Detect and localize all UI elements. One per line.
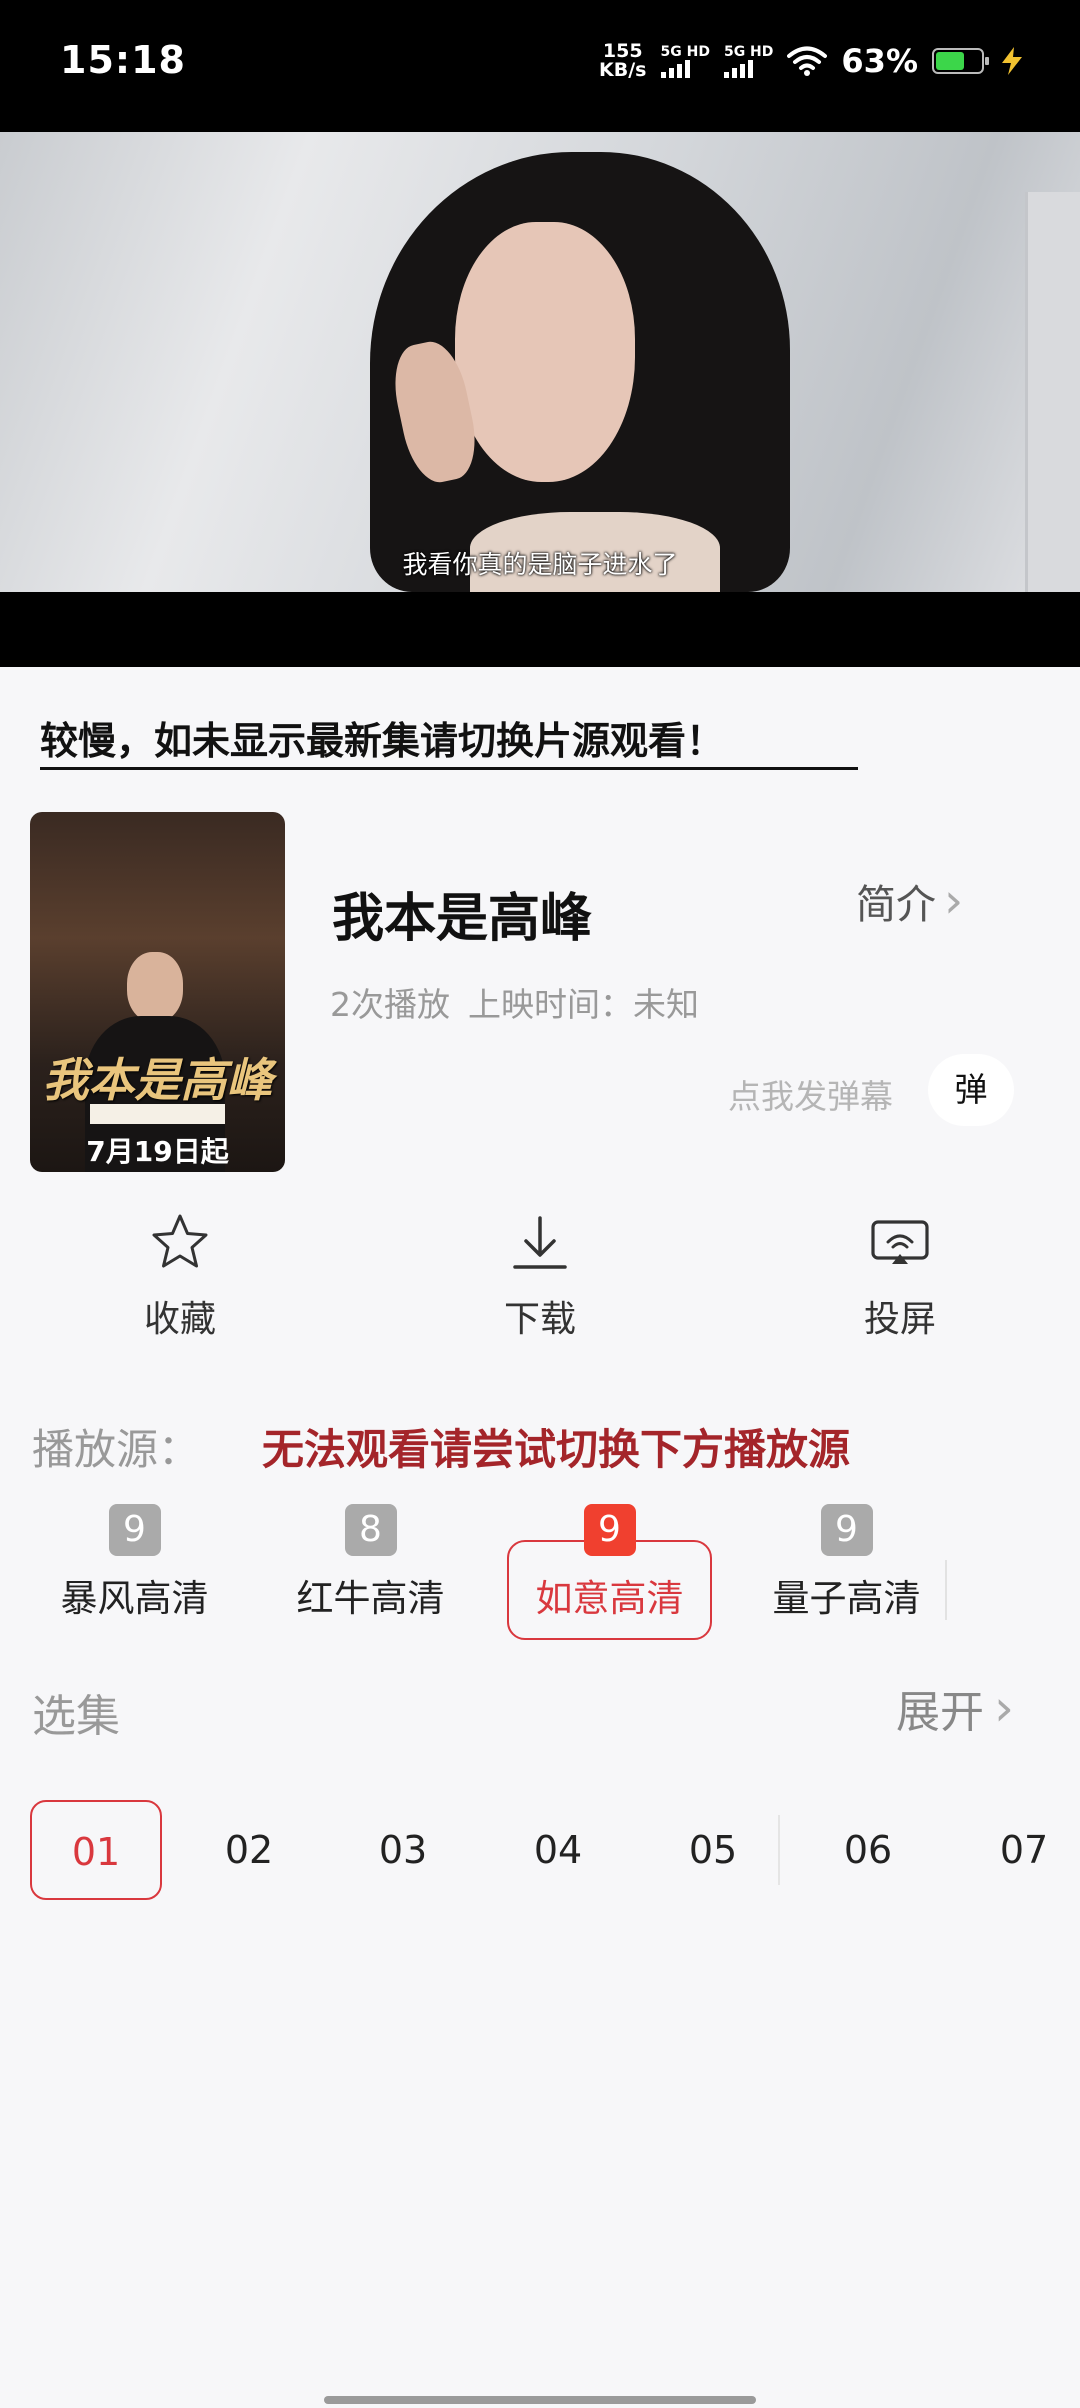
show-title: 我本是高峰 bbox=[332, 889, 593, 949]
favorite-button[interactable]: 收藏 bbox=[80, 1210, 280, 1342]
source-label: 播放源： bbox=[32, 1425, 201, 1474]
source-item-hongniu[interactable]: 8 红牛高清 bbox=[268, 1504, 473, 1640]
play-count: 2次播放 bbox=[330, 985, 450, 1024]
star-icon bbox=[152, 1214, 208, 1268]
status-time: 15:18 bbox=[60, 38, 186, 82]
signal-1-icon: 5G HD bbox=[660, 44, 710, 78]
episodes-label: 选集 bbox=[32, 1691, 120, 1742]
poster-date: 7月19日起 bbox=[86, 1135, 229, 1168]
episode-item[interactable]: 07 bbox=[958, 1800, 1080, 1900]
source-item-baofeng[interactable]: 9 暴风高清 bbox=[32, 1504, 237, 1640]
episode-item[interactable]: 01 bbox=[30, 1800, 162, 1900]
danmu-hint[interactable]: 点我发弹幕 bbox=[728, 1070, 893, 1118]
release-date: 上映时间：未知 bbox=[468, 985, 699, 1024]
episode-item[interactable]: 06 bbox=[802, 1800, 934, 1900]
notice-banner: 较慢，如未显示最新集请切换片源观看！ bbox=[40, 710, 858, 770]
cast-button[interactable]: 投屏 bbox=[800, 1210, 1000, 1342]
source-item-liangzi[interactable]: 9 量子高清 bbox=[744, 1504, 949, 1640]
home-indicator[interactable] bbox=[324, 2396, 756, 2404]
battery-icon bbox=[932, 48, 989, 74]
divider bbox=[945, 1560, 947, 1620]
poster-title: 我本是高峰 bbox=[42, 1053, 273, 1107]
video-frame: 我看你真的是脑子进水了 bbox=[0, 132, 1080, 592]
cast-icon bbox=[871, 1220, 929, 1264]
expand-button[interactable]: 展开 › bbox=[896, 1676, 1014, 1740]
intro-button[interactable]: 简介 › bbox=[856, 872, 963, 930]
download-icon bbox=[513, 1216, 567, 1269]
danmu-button[interactable]: 弹 bbox=[928, 1054, 1014, 1126]
wifi-icon bbox=[787, 46, 828, 76]
download-button[interactable]: 下载 bbox=[440, 1210, 640, 1342]
status-icons: 155 KB/s 5G HD 5G HD 63% bbox=[599, 36, 1026, 86]
source-count-badge: 8 bbox=[344, 1504, 397, 1556]
source-count-badge: 9 bbox=[820, 1504, 873, 1556]
episode-item[interactable]: 03 bbox=[337, 1800, 469, 1900]
signal-2-icon: 5G HD bbox=[723, 44, 773, 78]
show-meta: 2次播放 上映时间：未知 bbox=[330, 978, 699, 1026]
battery-percent: 63% bbox=[841, 42, 918, 80]
video-subtitle: 我看你真的是脑子进水了 bbox=[402, 550, 678, 579]
network-speed: 155 KB/s bbox=[599, 40, 647, 81]
source-warning: 无法观看请尝试切换下方播放源 bbox=[262, 1425, 851, 1474]
episode-item[interactable]: 05 bbox=[647, 1800, 779, 1900]
poster-image: 我本是高峰 7月19日起 bbox=[30, 812, 285, 1172]
chevron-right-icon: › bbox=[994, 1679, 1014, 1737]
status-bar: 15:18 155 KB/s 5G HD 5G HD 63% bbox=[0, 0, 1080, 132]
source-count-badge: 9 bbox=[108, 1504, 161, 1556]
charging-icon bbox=[1002, 47, 1022, 75]
video-player[interactable]: 我看你真的是脑子进水了 bbox=[0, 132, 1080, 667]
source-item-ruyi[interactable]: 9 如意高清 bbox=[507, 1504, 712, 1640]
episode-item[interactable]: 02 bbox=[183, 1800, 315, 1900]
episode-item[interactable]: 04 bbox=[492, 1800, 624, 1900]
source-count-badge: 9 bbox=[583, 1504, 636, 1556]
chevron-right-icon: › bbox=[944, 873, 964, 929]
divider bbox=[778, 1815, 780, 1885]
